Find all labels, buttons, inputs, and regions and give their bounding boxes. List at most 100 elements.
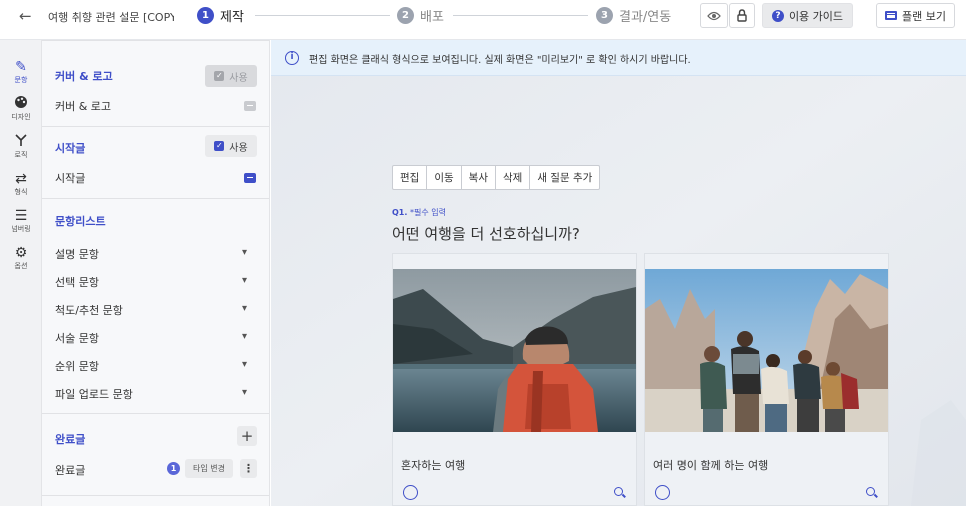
plan-button[interactable]: 플랜 보기 (876, 3, 955, 28)
divider (42, 413, 269, 414)
palette-icon (0, 95, 42, 113)
section-header-intro: 시작글 (55, 142, 86, 155)
list-item[interactable]: 선택 문항 (55, 274, 99, 290)
chevron-down-icon[interactable]: ▾ (242, 275, 247, 286)
question-toolbar: 편집 이동 복사 삭제 새 질문 추가 (392, 165, 601, 190)
lock-icon (737, 9, 747, 22)
rail-item-design[interactable]: 디자인 (0, 95, 42, 131)
radio-button[interactable] (655, 485, 670, 500)
step-label: 배포 (420, 9, 444, 25)
rail-item-questions[interactable]: ✎ 문항 (0, 58, 42, 94)
rail-item-label: 로직 (14, 151, 28, 159)
numbering-icon: ☰ (14, 208, 28, 224)
cover-use-toggle[interactable]: ✓ 사용 (205, 65, 257, 87)
copy-button[interactable]: 복사 (462, 166, 496, 189)
list-item[interactable]: 순위 문항 (55, 358, 99, 374)
rail-item-numbering[interactable]: ☰ 넘버링 (0, 207, 42, 243)
survey-title: 여행 취향 관련 설문 [COPY] (48, 11, 174, 24)
eye-icon (707, 11, 721, 20)
step-label: 결과/연동 (619, 9, 672, 25)
list-item[interactable]: 척도/추천 문항 (55, 302, 123, 318)
rail-item-label: 문항 (14, 76, 28, 84)
solo-traveler-image (393, 269, 636, 432)
chevron-down-icon[interactable]: ▾ (242, 303, 247, 314)
divider (42, 495, 269, 496)
list-item[interactable]: 서술 문항 (55, 330, 99, 346)
comment-icon[interactable] (244, 101, 256, 111)
chevron-down-icon[interactable]: ▾ (242, 247, 247, 258)
step-divider (453, 15, 588, 16)
divider (42, 126, 269, 127)
add-question-button[interactable]: 새 질문 추가 (530, 166, 599, 189)
info-icon: i (285, 51, 299, 65)
notice-text: 편집 화면은 클래식 형식으로 보여집니다. 실제 화면은 "미리보기" 로 확… (309, 55, 691, 66)
rail-item-label: 형식 (14, 188, 28, 196)
list-item[interactable]: 설명 문항 (55, 246, 99, 262)
checkbox-icon: ✓ (214, 71, 225, 81)
swap-icon: ⇄ (15, 171, 27, 187)
lock-button[interactable] (729, 3, 755, 28)
option-label: 혼자하는 여행 (401, 459, 466, 472)
intro-use-toggle[interactable]: ✓ 사용 (205, 135, 257, 157)
icon-rail: ✎ 문항 디자인 로직 ⇄ 형식 ☰ 넘버링 ⚙ 옵션 (0, 40, 42, 506)
rail-item-options[interactable]: ⚙ 옵션 (0, 244, 42, 280)
comment-icon[interactable] (244, 173, 256, 183)
sidebar-item-intro[interactable]: 시작글 (55, 170, 85, 186)
rail-item-label: 옵션 (14, 262, 28, 270)
card-icon (885, 11, 897, 20)
add-button[interactable]: + (237, 426, 257, 446)
option-image (393, 269, 636, 432)
option-label: 여러 명이 함께 하는 여행 (653, 459, 769, 472)
question-number: Q1. *필수 입력 (392, 207, 446, 218)
chevron-down-icon[interactable]: ▾ (242, 359, 247, 370)
sidebar: 커버 & 로고 ✓ 사용 커버 & 로고 시작글 ✓ 사용 시작글 문항리스트 … (42, 40, 270, 506)
step-distribute[interactable]: 2 배포 (397, 5, 444, 25)
option-card[interactable]: 여러 명이 함께 하는 여행 (644, 253, 889, 506)
use-label: 사용 (229, 72, 248, 84)
rail-item-format[interactable]: ⇄ 형식 (0, 170, 42, 206)
gear-icon: ⚙ (14, 245, 28, 261)
step-results[interactable]: 3 결과/연동 (596, 5, 671, 25)
move-button[interactable]: 이동 (427, 166, 462, 189)
delete-button[interactable]: 삭제 (496, 166, 531, 189)
list-item[interactable]: 파일 업로드 문항 (55, 386, 133, 402)
logic-icon (0, 133, 42, 151)
rail-item-logic[interactable]: 로직 (0, 133, 42, 169)
question-index: Q1. (392, 208, 408, 217)
step-label: 제작 (220, 9, 244, 25)
section-header-question-list: 문항리스트 (55, 215, 106, 228)
chevron-down-icon[interactable]: ▾ (242, 331, 247, 342)
sidebar-item-outro[interactable]: 완료글 (55, 462, 85, 478)
zoom-in-icon[interactable] (866, 487, 875, 496)
step-number: 3 (596, 6, 613, 24)
step-number: 1 (197, 6, 214, 24)
group-travelers-image (645, 269, 888, 432)
type-change-button[interactable]: 타입 변경 (185, 459, 233, 478)
question-title: 어떤 여행을 더 선호하십니까? (392, 225, 580, 243)
rail-item-label: 디자인 (11, 113, 31, 121)
preview-button[interactable] (700, 3, 728, 28)
option-card[interactable]: 혼자하는 여행 (392, 253, 637, 506)
pencil-icon: ✎ (15, 59, 27, 75)
step-divider (255, 15, 390, 16)
sidebar-item-cover[interactable]: 커버 & 로고 (55, 98, 111, 114)
count-badge: 1 (167, 462, 180, 475)
plan-label: 플랜 보기 (902, 9, 946, 23)
step-create[interactable]: 1 제작 (197, 5, 244, 25)
editor-canvas: i 편집 화면은 클래식 형식으로 보여집니다. 실제 화면은 "미리보기" 로… (271, 40, 966, 506)
zoom-in-icon[interactable] (614, 487, 623, 496)
top-bar: ← 여행 취향 관련 설문 [COPY] 1 제작 2 배포 3 결과/연동 ?… (0, 0, 966, 40)
edit-button[interactable]: 편집 (393, 166, 428, 189)
radio-button[interactable] (403, 485, 418, 500)
use-label: 사용 (229, 142, 248, 154)
chevron-down-icon[interactable]: ▾ (242, 387, 247, 398)
divider (42, 198, 269, 199)
rail-item-label: 넘버링 (11, 225, 31, 233)
guide-button[interactable]: ? 이용 가이드 (762, 3, 853, 28)
guide-label: 이용 가이드 (788, 9, 844, 23)
section-header-cover: 커버 & 로고 (55, 70, 113, 83)
more-icon[interactable]: ⋮ (240, 459, 257, 478)
step-number: 2 (397, 6, 414, 24)
back-arrow-icon[interactable]: ← (19, 9, 32, 24)
required-label: *필수 입력 (409, 208, 446, 217)
